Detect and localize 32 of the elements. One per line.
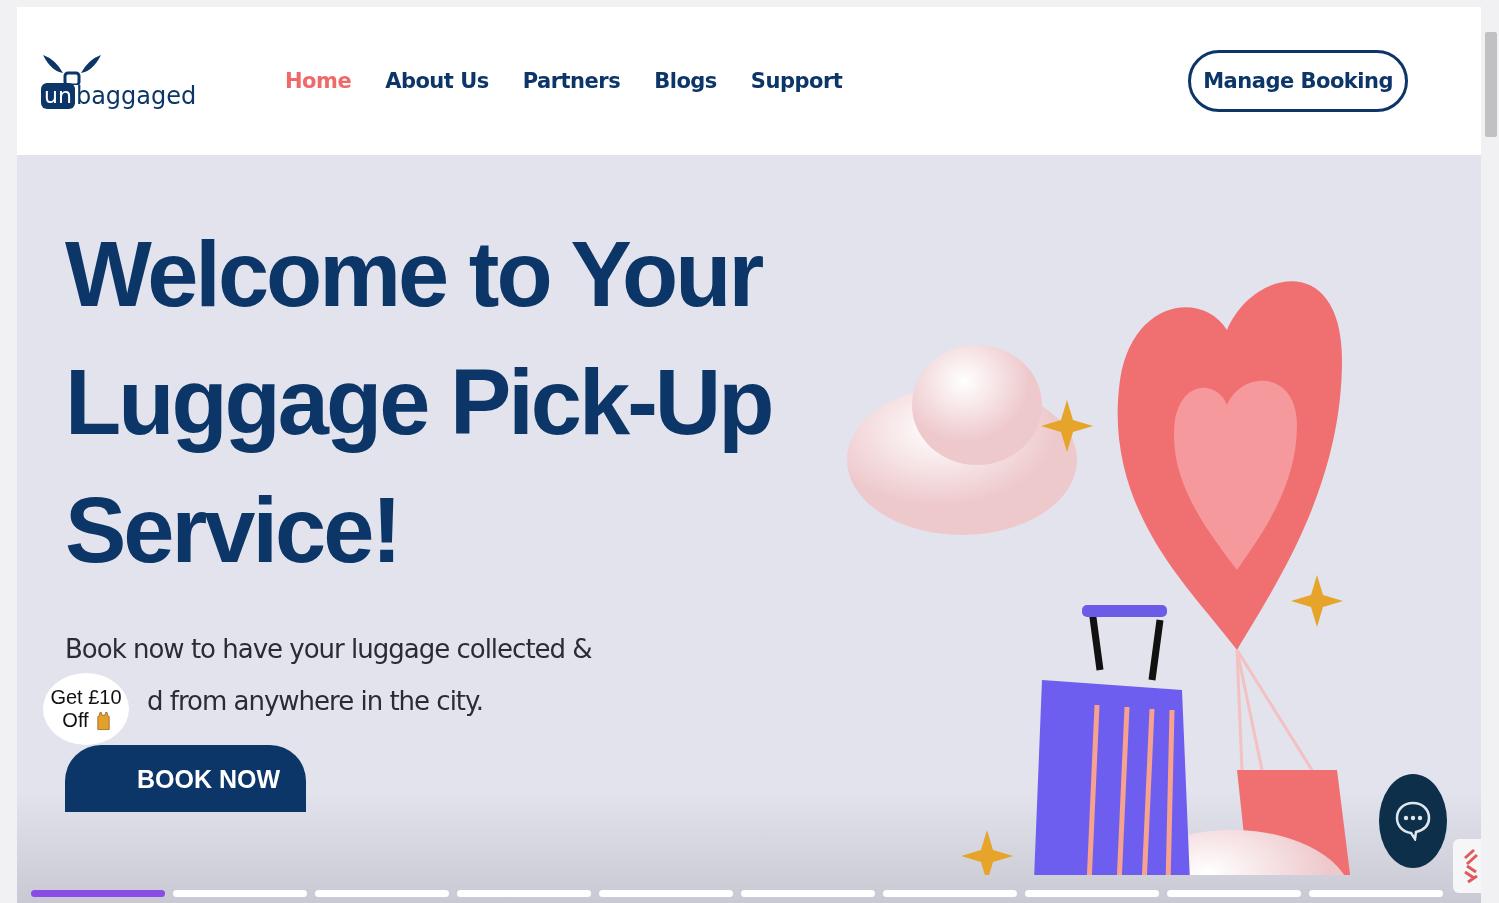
hero-text: d from anywhere in the city. [147,685,483,718]
nav-link[interactable]: About Us [385,69,489,93]
logo-mark[interactable]: un [41,83,75,109]
manage-booking-button[interactable]: Manage Booking [1188,50,1408,112]
slide-indicator[interactable] [1167,890,1301,897]
promo-text: Off [62,709,89,732]
slide-indicator[interactable] [741,890,875,897]
hero-text: Book now to have your luggage collected & [65,633,592,666]
promo-badge[interactable]: Get £10 Off [43,673,129,745]
widget-tab[interactable] [1453,839,1481,893]
hero-title: Service! [65,478,401,583]
slide-indicator[interactable] [1025,890,1159,897]
scrollbar-thumb[interactable] [1485,32,1497,137]
hero-title: Luggage Pick-Up [65,350,773,455]
slide-indicator[interactable] [599,890,733,897]
winged-bag-icon [41,53,103,85]
logo-text[interactable]: baggaged [75,83,197,109]
slide-indicator[interactable] [457,890,591,897]
book-now-button[interactable]: BOOK NOW [65,745,307,812]
slide-indicator[interactable] [1309,890,1443,897]
bag-icon [96,710,110,731]
hero-title: Welcome to Your [65,222,763,327]
nav-link[interactable]: Blogs [654,69,717,93]
nav-link[interactable]: Partners [522,69,621,93]
slide-indicator[interactable] [315,890,449,897]
slide-indicator[interactable] [883,890,1017,897]
slide-indicator[interactable] [31,890,165,897]
chat-bubble-icon [1395,801,1431,841]
stripes-logo-icon [1462,848,1480,884]
promo-text: Get £10 [50,686,122,709]
slide-indicator[interactable] [173,890,307,897]
nav-link[interactable]: Support [750,69,843,93]
